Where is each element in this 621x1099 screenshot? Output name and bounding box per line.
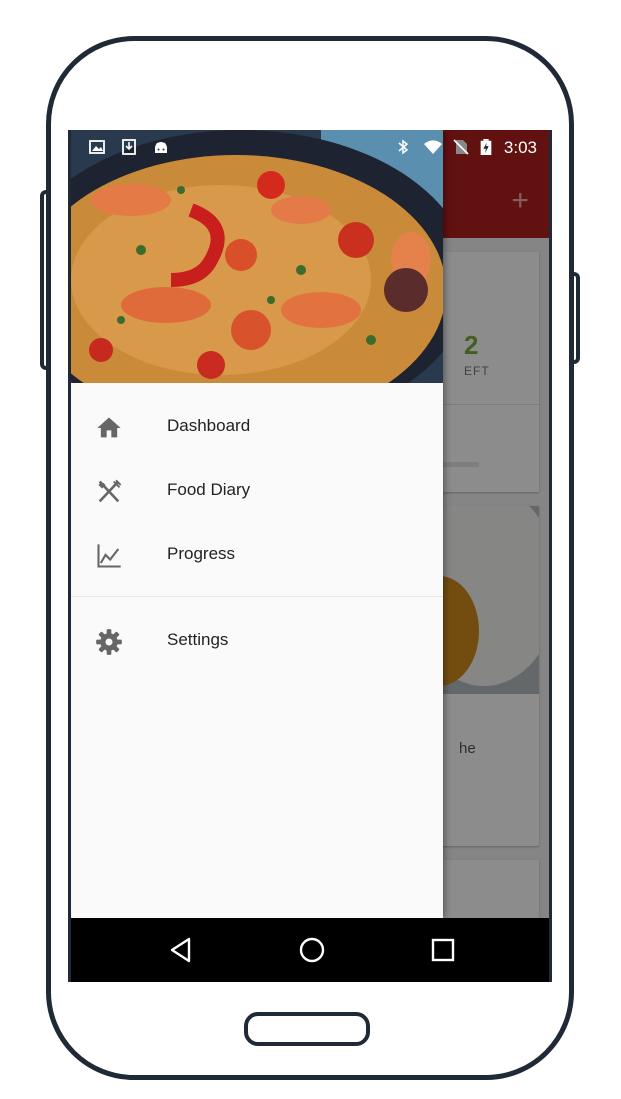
drawer-item-settings[interactable]: Settings <box>71 608 443 672</box>
drawer-item-progress[interactable]: Progress <box>71 522 443 586</box>
clock: 3:03 <box>503 138 537 157</box>
gear-icon <box>96 629 122 655</box>
drawer-divider <box>71 596 443 597</box>
drawer-item-label: Settings <box>167 630 229 649</box>
navigation-drawer: Dashboard Food Diary Progress Settings <box>71 130 443 918</box>
hardware-home-button <box>244 1012 370 1046</box>
device-screen: + 2 EFT he 3:03 Dashboard Food Diary Pro… <box>68 130 552 982</box>
chart-icon <box>97 544 121 568</box>
recents-icon[interactable] <box>427 934 459 966</box>
back-icon[interactable] <box>165 934 197 966</box>
android-icon <box>155 142 167 153</box>
home-icon <box>97 417 121 438</box>
drawer-header-image <box>71 130 443 383</box>
home-circle-icon[interactable] <box>296 934 328 966</box>
system-navigation-bar <box>71 918 549 982</box>
wifi-icon <box>424 140 442 154</box>
image-icon <box>89 140 105 154</box>
status-bar: 3:03 <box>71 130 549 166</box>
drawer-item-label: Dashboard <box>167 416 251 435</box>
drawer-item-dashboard[interactable]: Dashboard <box>71 394 443 458</box>
drawer-item-food-diary[interactable]: Food Diary <box>71 458 443 522</box>
download-icon <box>122 139 136 155</box>
paella-photo <box>71 130 443 383</box>
drawer-item-label: Progress <box>167 544 236 563</box>
bluetooth-icon <box>398 139 409 155</box>
battery-charging-icon <box>480 139 492 155</box>
fork-knife-icon <box>98 479 122 503</box>
drawer-item-label: Food Diary <box>167 480 251 499</box>
no-sim-icon <box>453 139 469 155</box>
